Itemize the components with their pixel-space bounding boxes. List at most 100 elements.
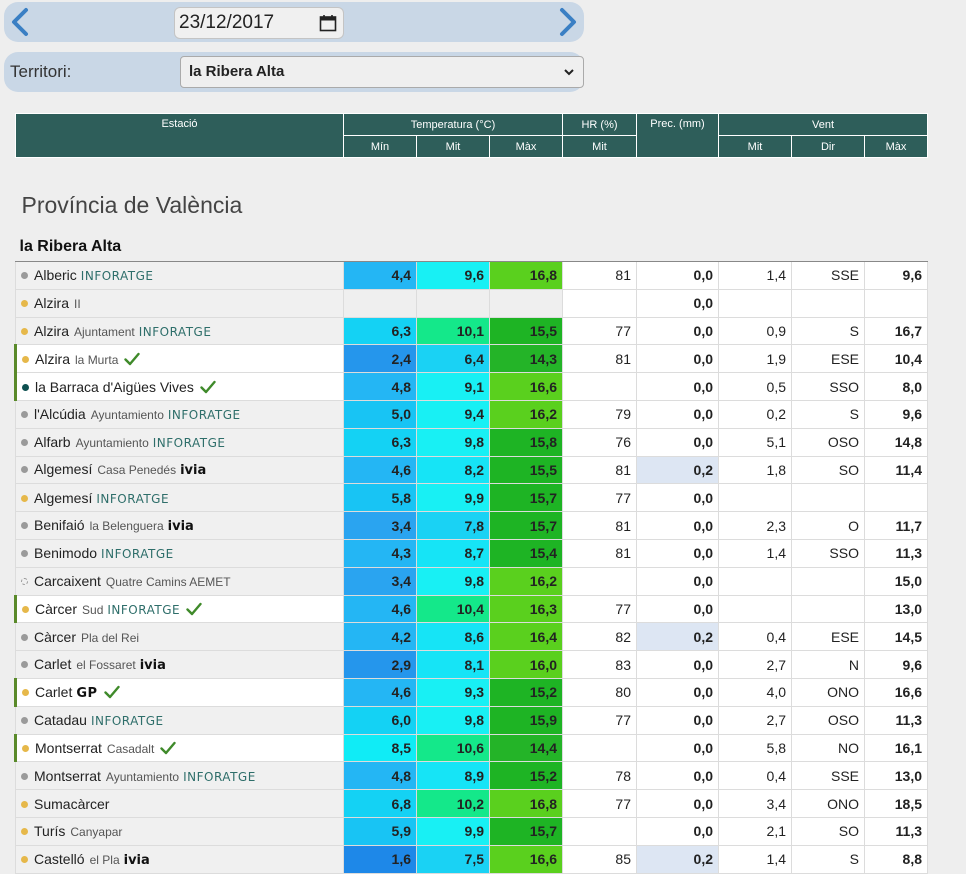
precipitation-cell: 0,0 <box>636 372 719 401</box>
station-cell[interactable]: Benimodo INFORATGE <box>15 538 344 568</box>
wind-max-cell <box>864 483 928 513</box>
station-cell[interactable]: Turís Canyapar <box>15 816 344 846</box>
station-status-dot <box>21 578 28 586</box>
precipitation-cell: 0,0 <box>636 483 719 513</box>
station-location: II <box>74 297 81 312</box>
station-cell[interactable]: Alzira II <box>15 288 344 318</box>
station-name[interactable]: la Barraca d'Aigües Vives <box>35 379 194 395</box>
network-logo-ivia: ivia <box>180 463 207 479</box>
station-name[interactable]: Alberic <box>34 267 77 283</box>
date-input[interactable]: 23/12/2017 <box>174 7 344 39</box>
station-cell[interactable]: Montserrat Ayuntamiento INFORATGE <box>15 761 344 791</box>
station-cell[interactable]: Càrcer Pla del Rei <box>15 622 344 652</box>
station-name[interactable]: Montserrat <box>35 740 102 756</box>
wind-max-cell: 16,1 <box>864 733 928 763</box>
temp-min-cell: 4,3 <box>343 538 417 568</box>
territory-select[interactable]: la Ribera Alta <box>180 56 584 88</box>
station-name[interactable]: Castelló <box>34 851 85 867</box>
station-cell[interactable]: Benifaió la Belenguera ivia <box>15 511 344 540</box>
station-cell[interactable]: Alzira la Murta <box>14 344 344 374</box>
temp-max-cell: 14,4 <box>489 733 563 763</box>
humidity-cell: 83 <box>562 650 637 679</box>
precipitation-cell: 0,0 <box>636 650 719 679</box>
station-cell[interactable]: Algemesí Casa Penedés ivia <box>15 455 344 485</box>
temp-min-cell: 6,0 <box>343 705 417 735</box>
wind-max-cell <box>864 288 928 318</box>
station-name[interactable]: Alzira <box>34 323 69 339</box>
verified-check-icon <box>103 685 120 699</box>
wind-mit-cell: 4,0 <box>718 677 792 707</box>
temp-mit-cell: 9,8 <box>416 566 490 596</box>
table-row: Benimodo INFORATGE 4,3 8,7 15,4 81 0,0 1,4 SSO 11… <box>15 538 928 568</box>
station-name[interactable]: Carlet <box>35 684 72 700</box>
temp-mit-cell: 10,1 <box>416 316 490 346</box>
wind-max-cell: 13,0 <box>864 761 928 791</box>
wind-mit-cell: 0,5 <box>718 372 792 401</box>
station-name[interactable]: l'Alcúdia <box>34 406 86 422</box>
station-name[interactable]: Algemesí <box>34 461 92 477</box>
temp-max-cell: 15,2 <box>489 677 563 707</box>
header-precipitation: Prec. (mm) <box>636 113 719 158</box>
temp-min-cell: 4,6 <box>343 594 417 624</box>
table-row: Montserrat Casadalt 8,5 10,6 14,4 0,0 5,8 NO 16,… <box>14 733 928 763</box>
network-logo-gp: GP <box>76 685 98 701</box>
wind-dir-cell: OSO <box>791 427 865 457</box>
station-location: Ayuntamiento <box>75 436 149 451</box>
station-cell[interactable]: Alfarb Ayuntamiento INFORATGE <box>15 427 344 457</box>
station-name[interactable]: Benimodo <box>34 545 97 561</box>
station-cell[interactable]: l'Alcúdia Ayuntamiento INFORATGE <box>15 399 344 429</box>
temp-max-cell: 15,7 <box>489 511 563 540</box>
station-cell[interactable]: Sumacàrcer <box>15 789 344 818</box>
table-row: Turís Canyapar 5,9 9,9 15,7 0,0 2,1 SO 11,3 <box>15 816 928 846</box>
station-name[interactable]: Alzira <box>34 295 69 311</box>
station-cell[interactable]: la Barraca d'Aigües Vives <box>14 372 344 401</box>
station-location: la Murta <box>75 352 119 367</box>
station-cell[interactable]: Montserrat Casadalt <box>14 733 344 763</box>
table-row: Castelló el Pla ivia 1,6 7,5 16,6 85 0,2 1,4 S 8,8 <box>15 844 928 874</box>
station-cell[interactable]: Castelló el Pla ivia <box>15 844 344 874</box>
network-logo-inforatge: INFORATGE <box>152 436 226 451</box>
wind-max-cell: 14,8 <box>864 427 928 457</box>
station-name[interactable]: Alzira <box>35 351 70 367</box>
table-row: Alzira Ajuntament INFORATGE 6,3 10,1 15,5 77 0,… <box>15 316 928 346</box>
previous-day-button[interactable] <box>6 6 36 38</box>
station-name[interactable]: Càrcer <box>34 629 76 645</box>
temp-max-cell: 16,6 <box>489 844 563 874</box>
station-cell[interactable]: Carlet GP <box>14 677 344 707</box>
station-name[interactable]: Turís <box>34 823 65 839</box>
station-status-dot <box>21 494 28 502</box>
network-logo-inforatge: INFORATGE <box>107 602 181 617</box>
station-name[interactable]: Sumacàrcer <box>34 796 109 812</box>
station-cell[interactable]: Carcaixent Quatre Camins AEMET <box>15 566 344 596</box>
station-status-dot <box>21 633 28 641</box>
temp-max-cell: 16,2 <box>489 399 563 429</box>
station-name[interactable]: Benifaió <box>34 517 85 533</box>
station-name[interactable]: Carlet <box>34 656 71 672</box>
station-name[interactable]: Alfarb <box>34 434 71 450</box>
calendar-icon[interactable] <box>319 14 337 32</box>
station-cell[interactable]: Alzira Ajuntament INFORATGE <box>15 316 344 346</box>
station-name[interactable]: Montserrat <box>34 768 101 784</box>
station-cell[interactable]: Alberic INFORATGE <box>15 261 344 290</box>
station-status-dot <box>21 661 28 669</box>
station-cell[interactable]: Càrcer Sud INFORATGE <box>14 594 344 624</box>
wind-mit-cell: 2,7 <box>718 650 792 679</box>
temp-mit-cell: 10,2 <box>416 789 490 818</box>
station-name[interactable]: Carcaixent <box>34 573 101 589</box>
station-cell[interactable]: Catadau INFORATGE <box>15 705 344 735</box>
humidity-cell: 77 <box>562 705 637 735</box>
station-name[interactable]: Càrcer <box>35 601 77 617</box>
header-hr: HR (%) <box>562 113 637 136</box>
wind-mit-cell: 2,7 <box>718 705 792 735</box>
station-cell[interactable]: Algemesí INFORATGE <box>15 483 344 513</box>
next-day-button[interactable] <box>552 6 582 38</box>
station-name[interactable]: Algemesí <box>34 490 92 506</box>
wind-dir-cell <box>791 288 865 318</box>
wind-dir-cell: N <box>791 650 865 679</box>
temp-mit-cell: 10,6 <box>416 733 490 763</box>
temp-max-cell: 15,4 <box>489 538 563 568</box>
station-location: el Fossaret <box>76 658 136 673</box>
station-cell[interactable]: Carlet el Fossaret ivia <box>15 650 344 679</box>
wind-max-cell: 13,0 <box>864 594 928 624</box>
station-name[interactable]: Catadau <box>34 712 87 728</box>
